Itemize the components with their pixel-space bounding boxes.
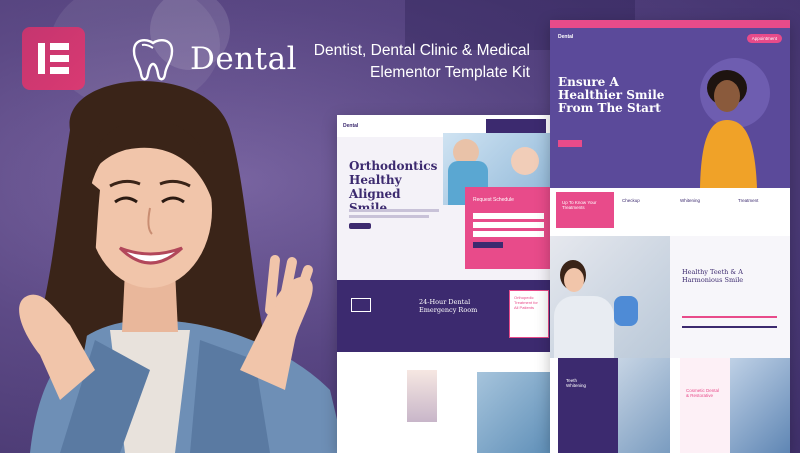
mockup-nav-brand: Dental <box>343 123 359 129</box>
mockup-schedule-form: Request Schedule <box>465 187 552 269</box>
mockup-about: Healthy Teeth & A Harmonious Smile <box>550 236 790 358</box>
smiling-woman-photo <box>19 81 345 453</box>
mockup-homepage-1: Dental Orthodontics Healthy Aligned Smil… <box>337 115 552 453</box>
mockup-service-card: Cosmetic Dental & Restorative <box>680 358 730 453</box>
mockup-emergency-title: 24-Hour Dental <box>419 298 471 306</box>
mockup-hero-title: Ensure A Healthier Smile From The Start <box>558 75 665 115</box>
mockup-appointment-button: Appointment <box>746 34 782 43</box>
mockup-hero: Dental Appointment Ensure A Healthier Sm… <box>550 28 790 188</box>
mockup-hero-button <box>349 223 371 229</box>
mockup-about-title: Healthy Teeth & A Harmonious Smile <box>682 268 744 284</box>
mockup-nav-brand: Dental <box>558 34 574 40</box>
mockup-features: Up To Know Your Treatments Checkup White… <box>550 188 790 236</box>
mockup-emergency-band: 24-Hour Dental Emergency Room Orthopedic… <box>337 280 552 352</box>
mockup-woman-photo <box>700 70 757 188</box>
mockup-homepage-2: Dental Appointment Ensure A Healthier Sm… <box>550 20 790 453</box>
tagline-line-1: Dentist, Dental Clinic & Medical <box>313 42 530 59</box>
mockup-hero-title: Orthodontics Healthy Aligned Smile <box>349 159 438 215</box>
mockup-nav-bar <box>486 119 546 133</box>
mockup-bottom <box>337 352 552 453</box>
mockup-service-card: Teeth Whitening <box>558 358 618 453</box>
mockup-services: Teeth Whitening Cosmetic Dental & Restor… <box>550 358 790 453</box>
